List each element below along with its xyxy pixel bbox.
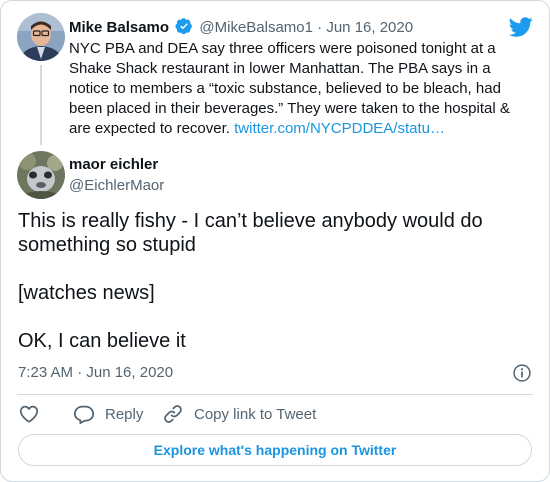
reply-label: Reply xyxy=(105,405,144,423)
twitter-bird-icon[interactable] xyxy=(509,15,533,39)
tweet-author-handle[interactable]: @EichlerMaor xyxy=(69,177,164,195)
like-button[interactable] xyxy=(18,403,50,425)
explore-twitter-button[interactable]: Explore what's happening on Twitter xyxy=(18,434,532,466)
tweet-line: This is really fishy - I can’t believe a… xyxy=(18,210,483,256)
tweet-line: [watches news] xyxy=(18,282,155,304)
info-icon[interactable] xyxy=(512,363,532,383)
parent-author-handle[interactable]: @MikeBalsamo1 xyxy=(199,19,313,36)
parent-tweet-text: NYC PBA and DEA say three officers were … xyxy=(69,39,534,139)
reply-icon xyxy=(73,405,95,425)
actions-divider xyxy=(17,394,533,395)
tweet-text: This is really fishy - I can’t believe a… xyxy=(18,209,538,353)
header-separator: · xyxy=(317,19,323,36)
copy-link-label: Copy link to Tweet xyxy=(194,405,317,423)
parent-tweet-link[interactable]: twitter.com/NYCPDDEA/statu… xyxy=(234,120,445,137)
parent-tweet-date[interactable]: Jun 16, 2020 xyxy=(326,19,413,36)
reply-button[interactable]: Reply xyxy=(73,403,143,425)
tweet-line: OK, I can believe it xyxy=(18,330,186,352)
parent-author-name[interactable]: Mike Balsamo xyxy=(69,19,169,36)
parent-tweet-header: Mike Balsamo @MikeBalsamo1 · Jun 16, 202… xyxy=(69,17,499,37)
heart-icon xyxy=(19,405,39,423)
embedded-tweet-card: Mike Balsamo @MikeBalsamo1 · Jun 16, 202… xyxy=(0,0,550,482)
link-icon xyxy=(164,405,182,423)
verified-badge-icon xyxy=(175,18,193,35)
tweet-author-name[interactable]: maor eichler xyxy=(69,156,158,174)
tweet-author-avatar[interactable] xyxy=(17,151,65,199)
tweet-timestamp[interactable]: 7:23 AM · Jun 16, 2020 xyxy=(18,364,173,382)
parent-author-avatar[interactable] xyxy=(17,13,65,61)
copy-link-button[interactable]: Copy link to Tweet xyxy=(162,403,316,425)
thread-connector-line xyxy=(40,65,42,145)
